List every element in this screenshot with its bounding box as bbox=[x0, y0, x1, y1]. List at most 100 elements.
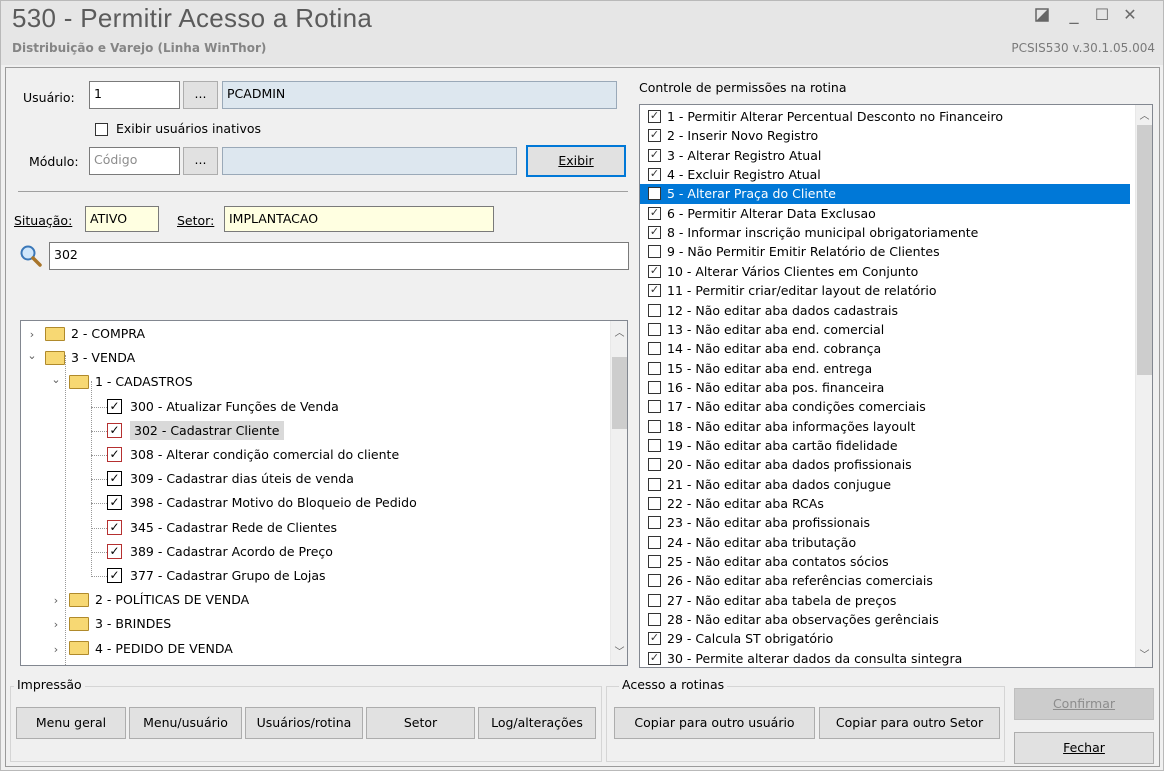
chevron-right-icon[interactable]: › bbox=[49, 590, 63, 612]
tree-check-icon[interactable]: ✓ bbox=[107, 422, 122, 438]
permission-item[interactable]: 24 - Não editar aba tributação bbox=[640, 533, 1130, 552]
permission-item[interactable]: ✓ 30 - Permite alterar dados da consulta … bbox=[640, 649, 1130, 667]
permission-item[interactable]: 17 - Não editar aba condições comerciais bbox=[640, 397, 1130, 416]
scroll-down-icon[interactable]: ﹀ bbox=[611, 644, 627, 661]
copy-to-user-button[interactable]: Copiar para outro usuário bbox=[614, 707, 815, 739]
permission-checkbox[interactable] bbox=[648, 516, 661, 530]
permission-item[interactable]: ✓ 3 - Alterar Registro Atual bbox=[640, 146, 1130, 165]
permission-checkbox[interactable] bbox=[648, 322, 661, 336]
permission-item[interactable]: ✓ 4 - Excluir Registro Atual bbox=[640, 165, 1130, 184]
routine-tree[interactable]: › 2 - COMPRA ⌄ 3 - VENDA ⌄ 1 - CADASTROS ✓ 300 … bbox=[20, 320, 628, 666]
permission-item[interactable]: 23 - Não editar aba profissionais bbox=[640, 513, 1130, 532]
permission-checkbox[interactable]: ✓ bbox=[648, 632, 661, 646]
maximize-button[interactable]: ☐ bbox=[1091, 3, 1113, 27]
permission-item[interactable]: 16 - Não editar aba pos. financeira bbox=[640, 378, 1130, 397]
permission-checkbox[interactable] bbox=[648, 187, 661, 201]
user-code-input[interactable]: 1 bbox=[89, 81, 180, 109]
tree-routine-item[interactable]: ✓ 302 - Cadastrar Cliente bbox=[91, 420, 284, 442]
tree-routine-item[interactable]: ✓ 398 - Cadastrar Motivo do Bloqueio de P… bbox=[91, 492, 417, 514]
permission-item[interactable]: ✓ 2 - Inserir Novo Registro bbox=[640, 126, 1130, 145]
tree-folder-item[interactable]: ⌄ 3 - VENDA bbox=[25, 347, 135, 369]
scroll-up-icon[interactable]: ︿ bbox=[611, 325, 627, 342]
tree-check-icon[interactable]: ✓ bbox=[107, 447, 122, 462]
permission-checkbox[interactable]: ✓ bbox=[648, 129, 661, 143]
copy-to-sector-button[interactable]: Copiar para outro Setor bbox=[819, 707, 1000, 739]
tree-check-icon[interactable]: ✓ bbox=[107, 543, 122, 559]
permission-item[interactable]: ✓ 8 - Informar inscrição municipal obriga… bbox=[640, 223, 1130, 242]
permission-item[interactable]: 25 - Não editar aba contatos sócios bbox=[640, 552, 1130, 571]
module-lookup-button[interactable]: ... bbox=[183, 147, 218, 175]
permission-checkbox[interactable]: ✓ bbox=[648, 226, 661, 240]
tree-check-icon[interactable]: ✓ bbox=[107, 471, 122, 487]
inactive-users-checkbox[interactable]: Exibir usuários inativos bbox=[95, 121, 261, 136]
permission-checkbox[interactable] bbox=[648, 535, 661, 549]
permission-item[interactable]: 9 - Não Permitir Emitir Relatório de Cli… bbox=[640, 242, 1130, 261]
tree-routine-item[interactable]: ✓ 308 - Alterar condição comercial do cli… bbox=[91, 444, 399, 466]
tree-folder-item[interactable]: › 5 - METAS DE VENDA bbox=[49, 662, 226, 666]
tree-folder-item[interactable]: ⌄ 1 - CADASTROS bbox=[49, 369, 192, 393]
general-menu-button[interactable]: Menu geral bbox=[16, 707, 126, 739]
confirm-button[interactable]: Confirmar bbox=[1014, 688, 1154, 720]
permission-item[interactable]: 20 - Não editar aba dados profissionais bbox=[640, 455, 1130, 474]
scroll-down-icon[interactable]: ﹀ bbox=[1136, 647, 1152, 664]
permission-item[interactable]: ✓ 29 - Calcula ST obrigatório bbox=[640, 629, 1130, 648]
close-window-button[interactable]: ✕ bbox=[1119, 3, 1141, 27]
chevron-right-icon[interactable]: › bbox=[49, 614, 63, 636]
user-lookup-button[interactable]: ... bbox=[183, 81, 218, 109]
permission-item[interactable]: 26 - Não editar aba referências comercia… bbox=[640, 571, 1130, 590]
sector-button[interactable]: Setor bbox=[366, 707, 475, 739]
permission-checkbox[interactable]: ✓ bbox=[648, 110, 661, 123]
scroll-up-icon[interactable]: ︿ bbox=[1136, 108, 1152, 125]
tree-routine-item[interactable]: ✓ 377 - Cadastrar Grupo de Lojas bbox=[91, 565, 326, 587]
tree-folder-item[interactable]: › 2 - COMPRA bbox=[25, 323, 145, 345]
chevron-right-icon[interactable]: › bbox=[49, 639, 63, 661]
tree-check-icon[interactable]: ✓ bbox=[107, 568, 122, 583]
permission-checkbox[interactable] bbox=[648, 400, 661, 414]
permission-item[interactable]: 14 - Não editar aba end. cobrança bbox=[640, 339, 1130, 358]
permission-checkbox[interactable] bbox=[648, 342, 661, 356]
tree-scrollbar[interactable]: ︿ ﹀ bbox=[610, 321, 627, 665]
chevron-down-icon[interactable]: ⌄ bbox=[25, 345, 39, 367]
permission-checkbox[interactable] bbox=[648, 380, 661, 394]
permissions-list[interactable]: ✓ 1 - Permitir Alterar Percentual Descont… bbox=[639, 104, 1153, 668]
permission-checkbox[interactable]: ✓ bbox=[648, 284, 661, 298]
users-routine-button[interactable]: Usuários/rotina bbox=[245, 707, 363, 739]
permission-item[interactable]: 19 - Não editar aba cartão fidelidade bbox=[640, 436, 1130, 455]
permission-checkbox[interactable] bbox=[648, 303, 661, 317]
tree-folder-item[interactable]: › 3 - BRINDES bbox=[49, 613, 171, 635]
chevron-right-icon[interactable]: › bbox=[49, 663, 63, 665]
permission-checkbox[interactable]: ✓ bbox=[648, 264, 661, 278]
permission-item[interactable]: 22 - Não editar aba RCAs bbox=[640, 494, 1130, 513]
module-code-input[interactable]: Código bbox=[89, 147, 180, 175]
permission-checkbox[interactable] bbox=[648, 245, 661, 259]
permission-item[interactable]: ✓ 1 - Permitir Alterar Percentual Descont… bbox=[640, 107, 1130, 126]
permission-item[interactable]: 5 - Alterar Praça do Cliente bbox=[640, 184, 1130, 204]
minimize-button[interactable]: _ bbox=[1063, 3, 1085, 27]
tree-routine-item[interactable]: ✓ 309 - Cadastrar dias úteis de venda bbox=[91, 468, 354, 490]
inactive-users-check-box[interactable] bbox=[95, 123, 108, 136]
permission-checkbox[interactable] bbox=[648, 497, 661, 510]
permissions-scrollbar[interactable]: ︿ ﹀ bbox=[1135, 105, 1152, 667]
permission-item[interactable]: 15 - Não editar aba end. entrega bbox=[640, 359, 1130, 378]
permission-checkbox[interactable] bbox=[648, 574, 661, 588]
permission-item[interactable]: 27 - Não editar aba tabela de preços bbox=[640, 591, 1130, 610]
tree-routine-item[interactable]: ✓ 300 - Atualizar Funções de Venda bbox=[91, 396, 339, 418]
permission-item[interactable]: 18 - Não editar aba informações layoult bbox=[640, 417, 1130, 436]
tree-scroll-thumb[interactable] bbox=[612, 357, 627, 429]
chevron-right-icon[interactable]: › bbox=[25, 324, 39, 346]
permission-item[interactable]: 12 - Não editar aba dados cadastrais bbox=[640, 301, 1130, 320]
log-changes-button[interactable]: Log/alterações bbox=[478, 707, 596, 739]
permission-checkbox[interactable] bbox=[648, 458, 661, 472]
permission-checkbox[interactable] bbox=[648, 438, 661, 452]
permission-item[interactable]: ✓ 10 - Alterar Vários Clientes em Conjunt… bbox=[640, 262, 1130, 281]
permission-checkbox[interactable]: ✓ bbox=[648, 206, 661, 220]
restore-icon[interactable] bbox=[1031, 3, 1053, 27]
permission-item[interactable]: ✓ 11 - Permitir criar/editar layout de re… bbox=[640, 281, 1130, 300]
search-input[interactable]: 302 bbox=[49, 242, 629, 270]
chevron-down-icon[interactable]: ⌄ bbox=[49, 369, 63, 391]
permission-checkbox[interactable]: ✓ bbox=[648, 168, 661, 182]
permission-item[interactable]: 13 - Não editar aba end. comercial bbox=[640, 320, 1130, 339]
permission-item[interactable]: ✓ 6 - Permitir Alterar Data Exclusao bbox=[640, 204, 1130, 223]
permission-checkbox[interactable] bbox=[648, 613, 661, 627]
tree-folder-item[interactable]: › 4 - PEDIDO DE VENDA bbox=[49, 638, 233, 660]
